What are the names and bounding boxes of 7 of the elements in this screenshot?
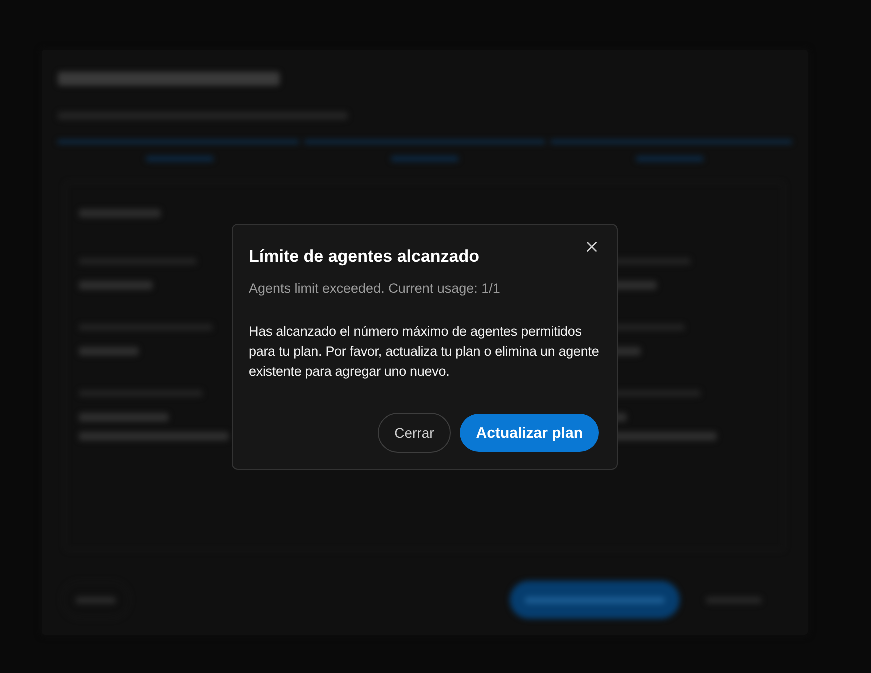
dialog-title: Límite de agentes alcanzado [249,246,481,268]
close-icon [587,242,597,252]
dialog-subtitle: Agents limit exceeded. Current usage: 1/1 [249,280,502,298]
close-dialog-button[interactable]: Cerrar [378,413,452,453]
dialog-message: Has alcanzado el número máximo de agentes permitidos para tu plan. Por favor, actualiza tu plan o elimina un agente existente para agregar uno nuevo. [249,323,600,381]
close-button[interactable] [585,240,599,254]
upgrade-plan-button[interactable]: Actualizar plan [460,414,599,452]
